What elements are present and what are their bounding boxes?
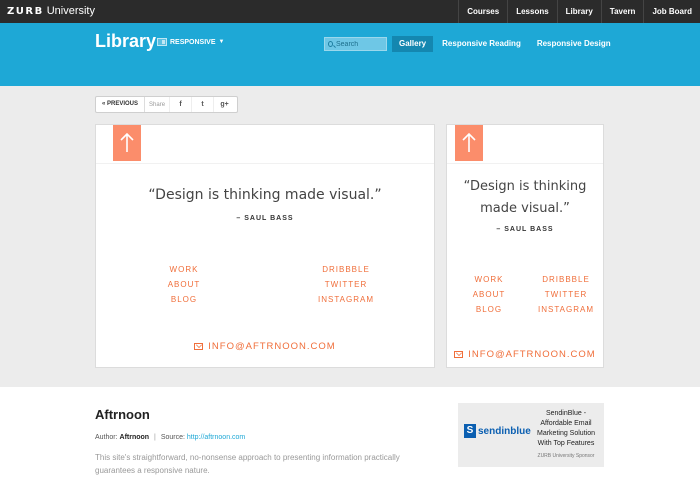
sponsor-footer: ZURB University Sponsor [537, 453, 595, 459]
sendinblue-wordmark: sendinblue [478, 425, 531, 437]
chevron-down-icon: ▼ [218, 39, 225, 45]
zurb-university-logo[interactable]: ZURB University [7, 4, 95, 18]
previous-button[interactable]: « PREVIOUS [96, 97, 146, 112]
nav-lessons[interactable]: Lessons [507, 0, 556, 23]
tab-gallery[interactable]: Gallery [392, 36, 434, 52]
site-name: Aftrnoon [95, 407, 150, 422]
site-description: This site's straightforward, no-nonsense… [95, 453, 400, 475]
source-label: Source: [160, 434, 185, 441]
email-text: INFO@AFTRNOON.COM [468, 349, 596, 360]
divider [96, 163, 434, 164]
category-dropdown[interactable]: RESPONSIVE ▼ [157, 38, 224, 46]
google-plus-icon[interactable]: g+ [213, 97, 235, 112]
links-right: DRIBBBLE TWITTER INSTAGRAM [311, 262, 381, 307]
page-title: Library [95, 31, 157, 51]
source-link[interactable]: http://aftrnoon.com [187, 434, 245, 441]
library-tabs: Gallery Responsive Reading Responsive De… [392, 36, 620, 52]
author-name: Aftrnoon [119, 434, 150, 441]
quote-line-2: made visual.” [480, 201, 570, 216]
nav-library[interactable]: Library [556, 0, 601, 23]
quote-author: – SAUL BASS [496, 226, 554, 233]
link-twitter[interactable]: TWITTER [535, 287, 597, 302]
link-instagram[interactable]: INSTAGRAM [311, 292, 381, 307]
search-icon [328, 41, 333, 47]
link-about[interactable]: ABOUT [154, 277, 214, 292]
nav-courses[interactable]: Courses [458, 0, 507, 23]
nav-tavern[interactable]: Tavern [600, 0, 644, 23]
envelope-icon [194, 343, 204, 350]
search-input[interactable] [336, 40, 386, 48]
email-link[interactable]: INFO@AFTRNOON.COM [447, 349, 603, 360]
author-label: Author: [95, 434, 118, 441]
up-arrow-icon [455, 125, 483, 161]
meta-separator: | [154, 434, 156, 441]
facebook-icon[interactable]: f [169, 97, 191, 112]
share-label: Share [149, 101, 166, 108]
links-left: WORK ABOUT BLOG [154, 262, 214, 307]
category-label: RESPONSIVE [170, 38, 216, 46]
links-right: DRIBBBLE TWITTER INSTAGRAM [535, 272, 597, 317]
up-arrow-icon [113, 125, 141, 161]
sendinblue-mark-icon: S [464, 424, 476, 438]
link-dribbble[interactable]: DRIBBBLE [535, 272, 597, 287]
top-navigation-bar: ZURB University Courses Lessons Library T… [0, 0, 700, 23]
quote-line-1: “Design is thinking [463, 179, 587, 194]
tab-responsive-reading[interactable]: Responsive Reading [435, 36, 528, 52]
links-left: WORK ABOUT BLOG [469, 272, 509, 317]
sponsor-ad[interactable]: S sendinblue SendinBlue - Affordable Ema… [458, 403, 604, 467]
link-dribbble[interactable]: DRIBBBLE [311, 262, 381, 277]
top-nav-links: Courses Lessons Library Tavern Job Board [458, 0, 700, 23]
sponsor-text: SendinBlue - Affordable Email Marketing … [537, 410, 595, 447]
email-text: INFO@AFTRNOON.COM [208, 341, 336, 352]
link-work[interactable]: WORK [469, 272, 509, 287]
sendinblue-logo: S sendinblue [464, 424, 531, 438]
divider [447, 163, 603, 164]
nav-job-board[interactable]: Job Board [643, 0, 700, 23]
tab-responsive-design[interactable]: Responsive Design [530, 36, 618, 52]
desktop-preview-card[interactable]: “Design is thinking made visual.” – SAUL… [95, 124, 435, 368]
link-blog[interactable]: BLOG [154, 292, 214, 307]
logo-text: University [46, 5, 95, 17]
email-link[interactable]: INFO@AFTRNOON.COM [96, 341, 434, 352]
link-twitter[interactable]: TWITTER [311, 277, 381, 292]
link-work[interactable]: WORK [154, 262, 214, 277]
site-meta: Author: Aftrnoon | Source: http://aftrno… [95, 434, 245, 441]
search-box[interactable] [324, 37, 387, 51]
envelope-icon [454, 351, 464, 358]
logo-mark: ZURB [7, 6, 44, 17]
share-toolbar: « PREVIOUS Share f t g+ [95, 96, 238, 113]
link-instagram[interactable]: INSTAGRAM [535, 302, 597, 317]
responsive-device-icon [157, 38, 167, 46]
twitter-icon[interactable]: t [191, 97, 213, 112]
link-blog[interactable]: BLOG [469, 302, 509, 317]
quote-text: “Design is thinking made visual.” [148, 187, 382, 203]
link-about[interactable]: ABOUT [469, 287, 509, 302]
quote-text-small: “Design is thinking made visual.” [447, 176, 603, 220]
mobile-preview-card[interactable]: “Design is thinking made visual.” – SAUL… [446, 124, 604, 368]
quote-author: – SAUL BASS [236, 215, 294, 222]
